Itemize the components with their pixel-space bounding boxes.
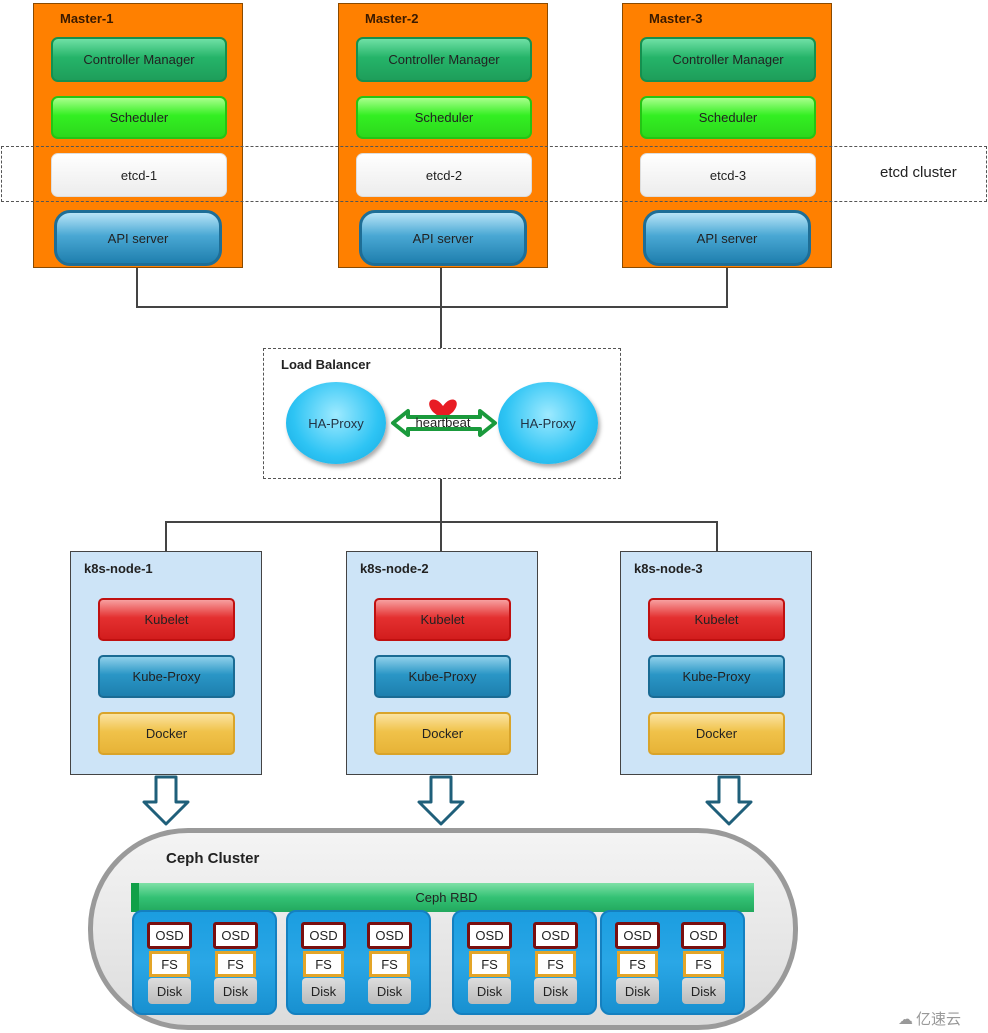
- osd: OSD: [147, 922, 192, 949]
- connector: [136, 268, 138, 308]
- cloud-icon: ☁: [898, 1010, 913, 1028]
- master-title: Master-3: [649, 11, 703, 26]
- disk: Disk: [616, 978, 659, 1004]
- disk: Disk: [368, 978, 411, 1004]
- ceph-rbd: Ceph RBD: [131, 883, 754, 912]
- osd: OSD: [213, 922, 258, 949]
- k8s-node-2: k8s-node-2 Kubelet Kube-Proxy Docker: [346, 551, 538, 775]
- master-title: Master-2: [365, 11, 419, 26]
- k8s-node-1: k8s-node-1 Kubelet Kube-Proxy Docker: [70, 551, 262, 775]
- filesystem: FS: [469, 951, 510, 977]
- scheduler: Scheduler: [640, 96, 816, 139]
- disk: Disk: [148, 978, 191, 1004]
- etcd-cluster-region: [1, 146, 987, 202]
- down-arrow-icon: [417, 775, 465, 826]
- watermark-logo: ☁ 亿速云: [898, 1008, 961, 1029]
- master-1: Master-1 Controller Manager Scheduler etcd-…: [33, 3, 243, 268]
- api-server: API server: [643, 210, 811, 266]
- disk: Disk: [534, 978, 577, 1004]
- connector: [726, 268, 728, 308]
- scheduler: Scheduler: [51, 96, 227, 139]
- kubelet: Kubelet: [648, 598, 785, 641]
- down-arrow-icon: [142, 775, 190, 826]
- kube-proxy: Kube-Proxy: [374, 655, 511, 698]
- osd-host-group: OSD FS Disk OSD FS Disk: [600, 910, 745, 1015]
- disk: Disk: [302, 978, 345, 1004]
- docker: Docker: [98, 712, 235, 755]
- disk: Disk: [214, 978, 257, 1004]
- filesystem: FS: [149, 951, 190, 977]
- filesystem: FS: [215, 951, 256, 977]
- osd-host-group: OSD FS Disk OSD FS Disk: [452, 910, 597, 1015]
- osd: OSD: [681, 922, 726, 949]
- api-server: API server: [359, 210, 527, 266]
- kubelet: Kubelet: [374, 598, 511, 641]
- watermark-text: 亿速云: [916, 1011, 962, 1028]
- scheduler: Scheduler: [356, 96, 532, 139]
- connector: [136, 306, 728, 308]
- controller-manager: Controller Manager: [640, 37, 816, 82]
- controller-manager: Controller Manager: [51, 37, 227, 82]
- filesystem: FS: [617, 951, 658, 977]
- filesystem: FS: [303, 951, 344, 977]
- docker: Docker: [374, 712, 511, 755]
- kube-proxy: Kube-Proxy: [98, 655, 235, 698]
- kubelet: Kubelet: [98, 598, 235, 641]
- ceph-cluster-title: Ceph Cluster: [166, 850, 260, 867]
- master-2: Master-2 Controller Manager Scheduler etcd-…: [338, 3, 548, 268]
- master-3: Master-3 Controller Manager Scheduler etcd-…: [622, 3, 832, 268]
- load-balancer-title: Load Balancer: [281, 357, 371, 372]
- connector: [165, 521, 718, 523]
- node-title: k8s-node-1: [84, 561, 153, 576]
- connector: [716, 521, 718, 551]
- node-title: k8s-node-3: [634, 561, 703, 576]
- osd-host-group: OSD FS Disk OSD FS Disk: [286, 910, 431, 1015]
- osd: OSD: [533, 922, 578, 949]
- disk: Disk: [682, 978, 725, 1004]
- master-title: Master-1: [60, 11, 114, 26]
- osd: OSD: [367, 922, 412, 949]
- filesystem: FS: [535, 951, 576, 977]
- k8s-node-3: k8s-node-3 Kubelet Kube-Proxy Docker: [620, 551, 812, 775]
- controller-manager: Controller Manager: [356, 37, 532, 82]
- down-arrow-icon: [705, 775, 753, 826]
- kube-proxy: Kube-Proxy: [648, 655, 785, 698]
- osd: OSD: [301, 922, 346, 949]
- node-title: k8s-node-2: [360, 561, 429, 576]
- docker: Docker: [648, 712, 785, 755]
- connector: [440, 479, 442, 551]
- filesystem: FS: [369, 951, 410, 977]
- load-balancer: Load Balancer: [263, 348, 621, 479]
- connector: [165, 521, 167, 551]
- osd-host-group: OSD FS Disk OSD FS Disk: [132, 910, 277, 1015]
- disk: Disk: [468, 978, 511, 1004]
- osd: OSD: [615, 922, 660, 949]
- osd: OSD: [467, 922, 512, 949]
- api-server: API server: [54, 210, 222, 266]
- filesystem: FS: [683, 951, 724, 977]
